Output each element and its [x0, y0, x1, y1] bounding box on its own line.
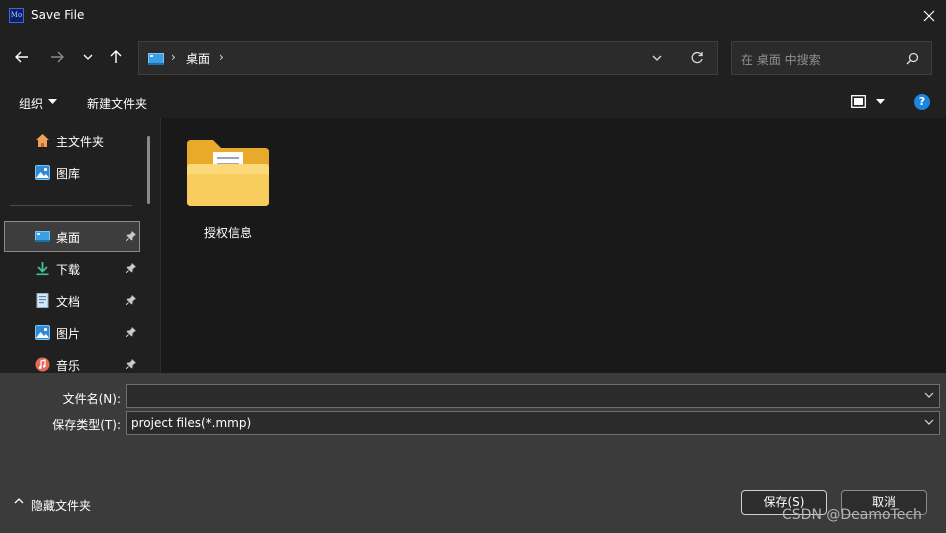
sidebar-item-label: 下载 [56, 263, 81, 277]
search-box[interactable]: 在 桌面 中搜索 [731, 41, 932, 75]
arrow-up-icon [110, 50, 122, 63]
sidebar-item-label: 主文件夹 [56, 135, 105, 149]
arrow-left-icon [15, 51, 28, 63]
hide-folders-button[interactable]: 隐藏文件夹 [31, 497, 91, 514]
caret-down-icon[interactable] [48, 99, 57, 104]
pictures-icon [35, 325, 50, 340]
chevron-down-icon[interactable] [924, 392, 934, 398]
filename-label: 文件名(N): [62, 392, 121, 406]
new-folder-button[interactable]: 新建文件夹 [87, 95, 147, 112]
download-icon [36, 262, 49, 276]
home-icon [36, 134, 49, 147]
organize-menu[interactable]: 组织 [19, 95, 43, 112]
chevron-down-icon[interactable] [651, 51, 663, 65]
sidebar-item-label: 桌面 [56, 231, 81, 245]
sidebar-item-downloads[interactable]: 下载 [0, 253, 145, 284]
pin-icon[interactable] [126, 327, 136, 337]
sidebar-item-gallery[interactable]: 图库 [0, 157, 145, 188]
navigation-pane: 主文件夹 图库 桌面 下载 文档 图片 音乐 [0, 118, 160, 373]
sidebar-item-pictures[interactable]: 图片 [0, 317, 145, 348]
breadcrumb-separator[interactable]: › [219, 50, 224, 64]
up-button[interactable] [105, 46, 127, 68]
sidebar-item-home[interactable]: 主文件夹 [0, 125, 145, 156]
folder-name: 授权信息 [203, 226, 252, 240]
chevron-up-icon[interactable] [14, 498, 24, 504]
filetype-value: project files(*.mmp) [131, 416, 252, 430]
sidebar-item-label: 文档 [56, 295, 81, 309]
sidebar-item-label: 图库 [56, 167, 81, 181]
filename-field[interactable] [126, 384, 940, 408]
window-title: Save File [31, 8, 85, 22]
search-input[interactable]: 在 桌面 中搜索 [741, 51, 821, 68]
breadcrumb-desktop[interactable]: 桌面 [186, 50, 210, 67]
sidebar-item-label: 图片 [56, 327, 81, 341]
gallery-icon [35, 165, 50, 180]
pin-icon[interactable] [126, 231, 136, 241]
sidebar-item-desktop[interactable]: 桌面 [4, 221, 140, 252]
save-form: 文件名(N): 保存类型(T): project files(*.mmp) 隐藏… [0, 373, 946, 533]
folder-item[interactable]: 授权信息 [183, 136, 273, 246]
app-logo-icon: Mo [9, 8, 24, 23]
nav-scrollbar[interactable] [147, 136, 150, 204]
desktop-icon [148, 53, 164, 65]
view-icon[interactable] [851, 95, 866, 108]
address-bar[interactable]: › 桌面 › [138, 41, 718, 75]
breadcrumb-separator: › [171, 50, 176, 64]
file-list: 授权信息 [161, 118, 946, 373]
recent-locations-button[interactable] [77, 46, 99, 68]
pin-icon[interactable] [126, 359, 136, 369]
folder-icon [187, 140, 269, 206]
chevron-down-icon [83, 54, 93, 60]
sidebar-item-label: 音乐 [56, 359, 81, 373]
command-toolbar: 组织 新建文件夹 ? [0, 84, 946, 118]
sidebar-item-documents[interactable]: 文档 [0, 285, 145, 316]
search-icon [906, 52, 919, 65]
desktop-icon [35, 231, 50, 242]
music-icon [35, 357, 50, 372]
pin-icon[interactable] [126, 295, 136, 305]
close-icon [923, 10, 935, 22]
help-icon[interactable]: ? [914, 94, 930, 110]
chevron-down-icon[interactable] [924, 419, 934, 425]
arrow-right-icon [51, 51, 64, 63]
filetype-label: 保存类型(T): [52, 418, 121, 432]
refresh-icon[interactable] [690, 51, 704, 65]
nav-divider [10, 205, 132, 206]
filetype-select[interactable]: project files(*.mmp) [126, 411, 940, 435]
navigation-bar: › 桌面 › 在 桌面 中搜索 [0, 32, 946, 84]
document-icon [36, 293, 49, 308]
back-button[interactable] [11, 46, 33, 68]
close-button[interactable] [912, 0, 946, 32]
forward-button[interactable] [46, 46, 68, 68]
caret-down-icon[interactable] [876, 99, 885, 104]
watermark-text: CSDN @DeamoTech [782, 507, 922, 523]
title-bar: Mo Save File [0, 0, 946, 32]
pin-icon[interactable] [126, 263, 136, 273]
